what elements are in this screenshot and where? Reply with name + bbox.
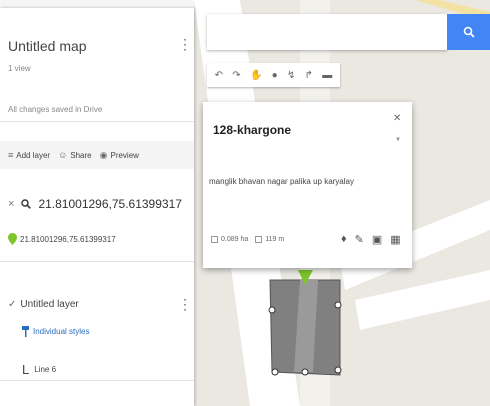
divider: [0, 380, 194, 381]
area-icon: [211, 236, 218, 243]
map-views-count: 1 view: [8, 64, 31, 73]
map-panel: Untitled map ⋮ 1 view All changes saved …: [0, 8, 194, 406]
popup-measurements: 0.089 ha 119 m: [211, 236, 284, 243]
checkbox-icon[interactable]: ✓: [8, 299, 16, 310]
ruler-icon[interactable]: ▬: [322, 70, 332, 81]
map-title[interactable]: Untitled map: [8, 38, 87, 54]
vertex-handle: [271, 368, 279, 376]
vertex-handle: [334, 366, 342, 374]
popup-actions: ♦ ✎ ▣ ▦: [341, 233, 401, 246]
preview-button[interactable]: ◉ Preview: [100, 150, 139, 161]
add-layer-label: Add layer: [16, 150, 51, 160]
camera-icon[interactable]: ▣: [372, 233, 382, 246]
line-icon: L: [22, 362, 30, 377]
individual-styles-link[interactable]: Individual styles: [22, 326, 89, 337]
map-search-input[interactable]: [207, 14, 447, 50]
vertex-handle: [268, 306, 276, 314]
vertex-handle: [334, 301, 342, 309]
draw-line-icon[interactable]: ↯: [287, 70, 295, 81]
area-value: 0.089 ha: [221, 236, 249, 243]
map-pin-icon: [8, 233, 17, 245]
undo-icon[interactable]: ↶: [215, 70, 223, 81]
divider: [0, 261, 194, 262]
marker-icon[interactable]: ●: [272, 70, 278, 81]
saved-status: All changes saved in Drive: [8, 105, 103, 114]
layer-header[interactable]: ✓ Untitled layer: [8, 299, 79, 310]
line-item[interactable]: L Line 6: [22, 362, 56, 377]
hand-icon[interactable]: ✋: [250, 70, 262, 81]
popup-description: manglik bhavan nagar palika up karyalay: [209, 177, 354, 186]
search-button[interactable]: [447, 14, 490, 50]
chevron-down-icon[interactable]: ▼: [395, 137, 401, 143]
actions-bar: ≡ Add layer ☺ Share ◉ Preview: [0, 141, 194, 169]
popup-title: 128-khargone: [213, 123, 292, 137]
map-toolbar: ↶ ↷ ✋ ● ↯ ↱ ▬: [207, 63, 340, 87]
line-label: Line 6: [34, 365, 57, 374]
search-icon: [21, 199, 32, 209]
paint-roller-icon: [22, 326, 29, 337]
eye-icon: ◉: [99, 149, 108, 160]
redo-icon[interactable]: ↷: [232, 70, 240, 81]
share-label: Share: [70, 150, 92, 160]
preview-label: Preview: [110, 150, 139, 160]
paint-bucket-icon[interactable]: ♦: [341, 233, 347, 246]
add-person-icon: ☺: [58, 150, 68, 160]
pencil-icon[interactable]: ✎: [355, 233, 364, 246]
trash-icon[interactable]: ▦: [390, 233, 400, 246]
perimeter-value: 119 m: [265, 236, 285, 243]
search-result-item[interactable]: 21.81001296,75.61399317: [8, 233, 116, 245]
search-icon: [463, 26, 475, 38]
more-options-icon[interactable]: ⋮: [178, 37, 192, 51]
perimeter-icon: [255, 236, 263, 243]
styles-label: Individual styles: [33, 327, 90, 336]
panel-top-strip: [0, 0, 194, 8]
close-icon[interactable]: ✕: [393, 113, 401, 124]
add-layer-icon: ≡: [8, 150, 14, 160]
layer-options-icon[interactable]: ⋮: [178, 297, 192, 311]
add-layer-button[interactable]: ≡ Add layer: [8, 150, 50, 160]
layer-name[interactable]: Untitled layer: [20, 299, 78, 310]
divider: [0, 121, 194, 122]
share-button[interactable]: ☺ Share: [58, 150, 92, 160]
feature-info-popup: 128-khargone ✕ ▼ manglik bhavan nagar pa…: [203, 102, 412, 268]
close-icon[interactable]: ×: [8, 198, 14, 210]
search-query: 21.81001296,75.61399317: [38, 197, 182, 211]
search-result-label: 21.81001296,75.61399317: [20, 234, 116, 244]
road-diagonal-2: [355, 270, 490, 330]
directions-icon[interactable]: ↱: [305, 70, 313, 81]
vertex-handle: [301, 368, 309, 376]
search-result-header: × 21.81001296,75.61399317: [8, 197, 182, 211]
